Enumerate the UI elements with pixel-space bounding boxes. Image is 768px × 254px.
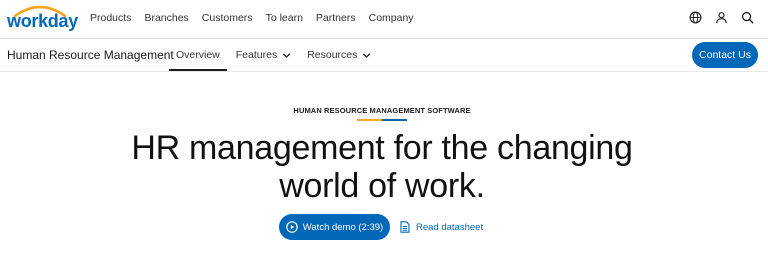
read-datasheet-label: Read datasheet xyxy=(416,221,484,233)
chevron-down-icon xyxy=(283,52,291,58)
tab-overview[interactable]: Overview xyxy=(169,39,227,71)
watch-demo-label: Watch demo (2:39) xyxy=(302,221,384,233)
menu-item-branches[interactable]: Branches xyxy=(144,12,188,24)
hero-cta-row: Watch demo (2:39) Read datasheet xyxy=(279,214,483,240)
subnav-divider xyxy=(0,71,768,72)
tab-features-label: Features xyxy=(235,49,278,61)
menu-item-customers[interactable]: Customers xyxy=(202,12,253,24)
play-icon xyxy=(285,221,298,233)
contact-us-button[interactable]: Contact Us xyxy=(692,42,758,68)
tab-resources-label: Resources xyxy=(307,49,358,61)
subnav-tabs: Overview Features Resources xyxy=(169,39,380,71)
hero-headline: HR management for the changing world of … xyxy=(0,129,764,205)
accent-bar-orange xyxy=(357,119,382,121)
read-datasheet-link[interactable]: Read datasheet xyxy=(400,221,483,233)
menu-item-partners[interactable]: Partners xyxy=(316,12,356,24)
menu-item-to-learn[interactable]: To learn xyxy=(266,12,303,24)
workday-logo[interactable]: workday xyxy=(7,4,78,34)
logo-text: workday xyxy=(7,11,78,31)
tab-features[interactable]: Features xyxy=(229,39,298,71)
tab-resources[interactable]: Resources xyxy=(300,39,378,71)
eyebrow-accent-bar xyxy=(357,119,407,121)
chevron-down-icon xyxy=(363,52,371,58)
utility-icons xyxy=(689,11,754,24)
globe-icon[interactable] xyxy=(689,11,702,24)
user-icon[interactable] xyxy=(715,11,728,24)
watch-demo-button[interactable]: Watch demo (2:39) xyxy=(279,214,390,240)
menu-item-products[interactable]: Products xyxy=(90,12,131,24)
product-title: Human Resource Management xyxy=(7,48,174,62)
headline-line-2: world of work. xyxy=(279,167,485,205)
menu-item-company[interactable]: Company xyxy=(369,12,414,24)
accent-bar-blue xyxy=(382,119,407,121)
hero-eyebrow: HUMAN RESOURCE MANAGEMENT SOFTWARE xyxy=(293,106,471,115)
tab-overview-label: Overview xyxy=(176,49,220,61)
document-icon xyxy=(400,221,410,233)
headline-line-1: HR management for the changing xyxy=(131,129,633,167)
search-icon[interactable] xyxy=(741,11,754,24)
main-menu: Products Branches Customers To learn Par… xyxy=(90,12,427,24)
product-subnav: Human Resource Management Overview Featu… xyxy=(0,39,768,71)
top-navigation: workday Products Branches Customers To l… xyxy=(0,0,768,38)
